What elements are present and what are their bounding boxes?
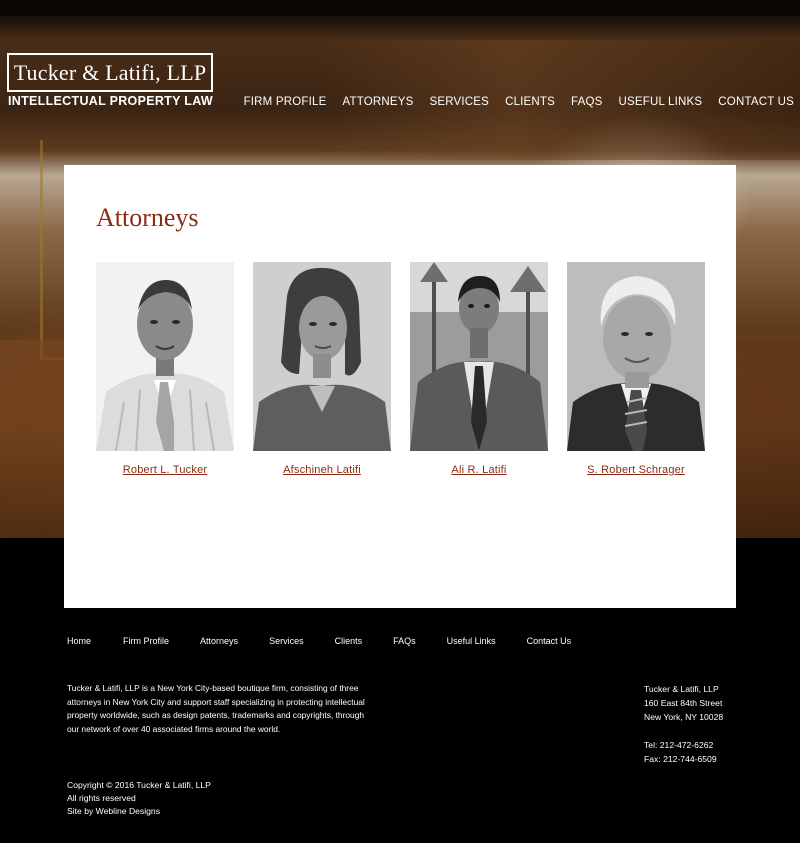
nav-clients[interactable]: CLIENTS bbox=[505, 96, 555, 108]
attorney-photo[interactable] bbox=[567, 262, 705, 451]
fax-number: Fax: 212-744-6509 bbox=[644, 754, 717, 764]
attorney-card: Robert L. Tucker bbox=[96, 262, 234, 476]
content-panel: Attorneys Robert L. Tucker Afschineh Lat… bbox=[64, 165, 736, 608]
site-credit-link[interactable]: Site by Webline Designs bbox=[67, 805, 211, 818]
footer-link-clients[interactable]: Clients bbox=[335, 636, 363, 646]
attorney-name-link[interactable]: Ali R. Latifi bbox=[410, 464, 548, 476]
attorney-photo[interactable] bbox=[410, 262, 548, 451]
rights-text: All rights reserved bbox=[67, 793, 136, 803]
footer-link-attorneys[interactable]: Attorneys bbox=[200, 636, 238, 646]
address-street: 160 East 84th Street bbox=[644, 698, 723, 708]
footer-link-home[interactable]: Home bbox=[67, 636, 91, 646]
hero-top-band bbox=[0, 0, 800, 16]
attorney-photo[interactable] bbox=[253, 262, 391, 451]
contact-info: Tucker & Latifi, LLP 160 East 84th Stree… bbox=[644, 682, 723, 766]
copyright-text: Copyright © 2016 Tucker & Latifi, LLP bbox=[67, 780, 211, 790]
logo[interactable]: Tucker & Latifi, LLP bbox=[7, 53, 213, 92]
nav-useful-links[interactable]: USEFUL LINKS bbox=[619, 96, 703, 108]
attorney-name-link[interactable]: Afschineh Latifi bbox=[253, 464, 391, 476]
attorney-name-link[interactable]: S. Robert Schrager bbox=[567, 464, 705, 476]
footer-link-useful-links[interactable]: Useful Links bbox=[447, 636, 496, 646]
logo-name: Tucker & Latifi, LLP bbox=[13, 59, 207, 85]
phone-number: Tel: 212-472-6262 bbox=[644, 740, 714, 750]
footer-link-services[interactable]: Services bbox=[269, 636, 304, 646]
address-city: New York, NY 10028 bbox=[644, 712, 724, 722]
logo-tagline: INTELLECTUAL PROPERTY LAW bbox=[8, 94, 213, 108]
attorney-card: Afschineh Latifi bbox=[253, 262, 391, 476]
page-title: Attorneys bbox=[96, 203, 199, 232]
footer-nav: Home Firm Profile Attorneys Services Cli… bbox=[67, 636, 571, 646]
nav-contact-us[interactable]: CONTACT US bbox=[718, 96, 794, 108]
main-nav: FIRM PROFILE ATTORNEYS SERVICES CLIENTS … bbox=[244, 96, 794, 108]
nav-firm-profile[interactable]: FIRM PROFILE bbox=[244, 96, 327, 108]
footer-link-firm-profile[interactable]: Firm Profile bbox=[123, 636, 169, 646]
attorney-card: S. Robert Schrager bbox=[567, 262, 705, 476]
attorney-name-link[interactable]: Robert L. Tucker bbox=[96, 464, 234, 476]
footer-link-contact-us[interactable]: Contact Us bbox=[527, 636, 572, 646]
legal-info: Copyright © 2016 Tucker & Latifi, LLP Al… bbox=[67, 779, 211, 818]
nav-services[interactable]: SERVICES bbox=[430, 96, 490, 108]
firm-description: Tucker & Latifi, LLP is a New York City-… bbox=[67, 683, 365, 734]
footer-link-faqs[interactable]: FAQs bbox=[393, 636, 416, 646]
address-firm: Tucker & Latifi, LLP bbox=[644, 684, 719, 694]
attorney-card: Ali R. Latifi bbox=[410, 262, 548, 476]
nav-attorneys[interactable]: ATTORNEYS bbox=[342, 96, 413, 108]
attorney-photo[interactable] bbox=[96, 262, 234, 451]
nav-faqs[interactable]: FAQS bbox=[571, 96, 602, 108]
